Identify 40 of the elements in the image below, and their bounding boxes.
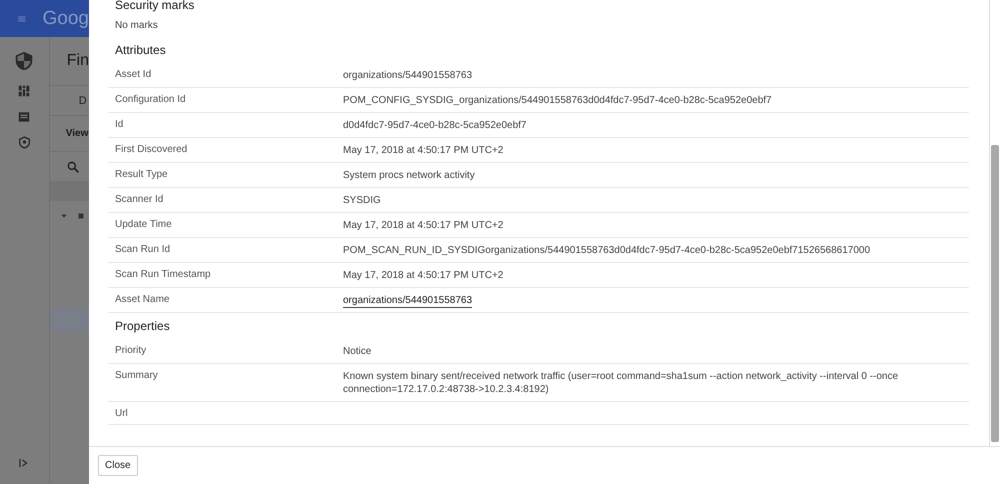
caret-icon[interactable] [60, 212, 68, 220]
attribute-label: Id [115, 119, 124, 132]
section-title: Security marks [114, 0, 196, 14]
attribute-label: Asset Name [115, 294, 170, 307]
section-title: Attributes [114, 42, 167, 59]
attribute-label: Update Time [115, 219, 173, 232]
attribute-label: Priority [115, 345, 148, 358]
square-icon[interactable] [78, 213, 84, 219]
close-button[interactable]: Close [98, 455, 138, 476]
attribute-label: Summary [115, 370, 159, 383]
asset-link[interactable]: organizations/544901558763 [343, 295, 472, 308]
shield-icon[interactable] [13, 50, 36, 72]
attribute-value: System procs network activity [343, 170, 475, 181]
attribute-value: POM_CONFIG_SYSDIG_organizations/544901558763d0d4fdc7-95d7-4ce0-b28c-5ca952e0ebf7 [343, 95, 772, 106]
attribute-value: May 17, 2018 at 4:50:17 PM UTC+2 [343, 220, 504, 231]
attribute-label: Scan Run Id [115, 244, 172, 257]
attribute-label: Configuration Id [115, 94, 187, 107]
attribute-label: Scanner Id [115, 194, 164, 207]
attribute-value: May 17, 2018 at 4:50:17 PM UTC+2 [343, 145, 504, 156]
attribute-value: organizations/544901558763 [343, 70, 472, 81]
selected-row [50, 308, 89, 332]
attribute-label: Asset Id [115, 69, 152, 82]
attribute-value: Known system binary sent/received network traffic (user=root command=sha1sum --action network_activity --interval 0 --once connection=172.17.0.2:48738->10.2.3.4:8192) [343, 371, 898, 395]
attribute-label: Result Type [115, 169, 169, 182]
attribute-value: SYSDIG [343, 195, 381, 206]
attribute-value: d0d4fdc7-95d7-4ce0-b28c-5ca952e0ebf7 [343, 120, 526, 131]
attribute-value: May 17, 2018 at 4:50:17 PM UTC+2 [343, 270, 504, 281]
attribute-label: Scan Run Timestamp [115, 269, 212, 282]
list-icon[interactable] [17, 110, 32, 124]
attribute-value: POM_SCAN_RUN_ID_SYSDIGorganizations/544901558763d0d4fdc7-95d7-4ce0-b28c-5ca952e0ebf71526568617000 [343, 245, 870, 256]
dashboard-icon[interactable] [17, 84, 32, 98]
scrollbar-thumb[interactable] [991, 145, 999, 442]
brand-logo: Goog [42, 8, 89, 30]
section-title: Properties [114, 318, 171, 335]
attribute-label: Url [115, 408, 129, 419]
shield-icon[interactable] [18, 136, 31, 149]
attribute-label: First Discovered [115, 144, 188, 157]
section-text: No marks [114, 19, 159, 33]
search-icon[interactable] [66, 160, 80, 174]
attribute-value: Notice [343, 346, 372, 357]
